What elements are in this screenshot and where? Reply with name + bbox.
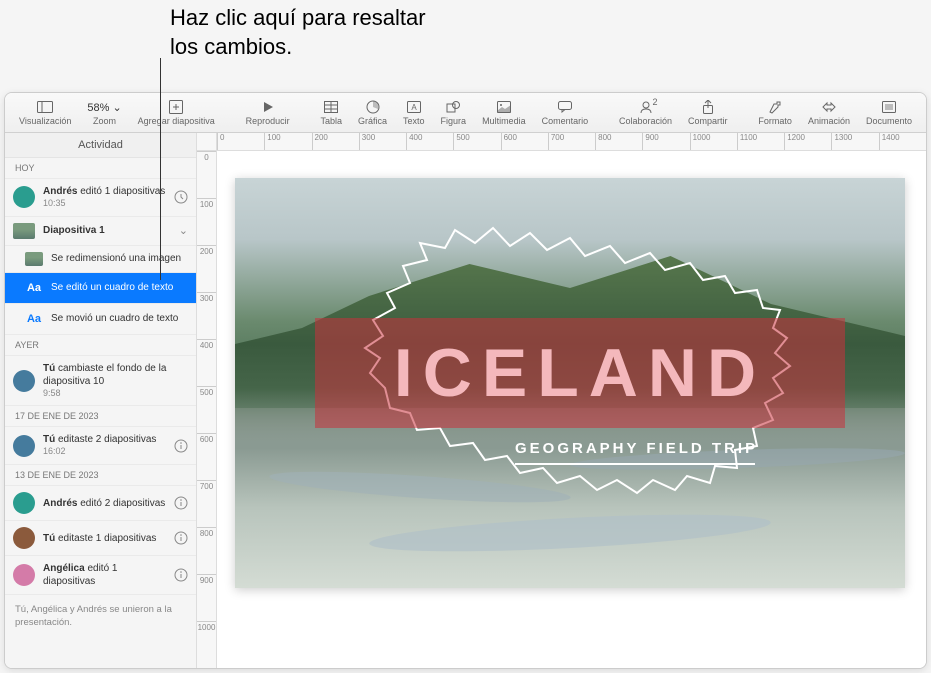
ruler-vertical: 01002003004005006007008009001000 (197, 151, 217, 668)
zoom-dropdown[interactable]: 58% ⌄ Zoom (79, 97, 129, 128)
avatar (13, 527, 35, 549)
activity-row[interactable]: Andrés editó 2 diapositivas (5, 486, 196, 521)
avatar (13, 492, 35, 514)
info-icon[interactable] (174, 531, 188, 545)
help-callout: Haz clic aquí para resaltar los cambios. (170, 4, 426, 61)
ruler-corner (197, 133, 217, 151)
join-note: Tú, Angélica y Andrés se unieron a la pr… (5, 595, 196, 640)
keynote-window: Visualización 58% ⌄ Zoom Agregar diaposi… (4, 92, 927, 669)
canvas-area[interactable]: 0100200300400500600700800900100011001200… (197, 133, 926, 668)
activity-sub-resize-image[interactable]: Se redimensionó una imagen (5, 246, 196, 273)
activity-row[interactable]: Andrés editó 1 diapositivas10:35 (5, 179, 196, 217)
table-button[interactable]: Tabla (313, 97, 351, 128)
ruler-horizontal: 0100200300400500600700800900100011001200… (217, 133, 926, 151)
activity-text: Tú editaste 1 diapositivas (43, 532, 166, 545)
text-edit-icon: Aa (25, 279, 43, 297)
activity-text: Andrés editó 2 diapositivas (43, 497, 166, 510)
text-button[interactable]: A Texto (395, 97, 433, 128)
media-button[interactable]: Multimedia (474, 97, 534, 128)
info-icon[interactable] (174, 439, 188, 453)
activity-row[interactable]: Tú editaste 1 diapositivas (5, 521, 196, 556)
add-slide-button[interactable]: Agregar diapositiva (130, 97, 223, 128)
slide-thumb (13, 223, 35, 239)
comment-button[interactable]: Comentario (534, 97, 597, 128)
sub-label: Se editó un cuadro de texto (51, 282, 173, 293)
activity-text: Angélica editó 1 diapositivas (43, 562, 166, 588)
subtitle-underline (515, 463, 755, 465)
main-area: Actividad HOY Andrés editó 1 diapositiva… (5, 133, 926, 668)
chevron-down-icon: ⌄ (179, 224, 188, 237)
avatar (13, 564, 35, 586)
image-thumb-icon (25, 252, 43, 266)
avatar (13, 435, 35, 457)
format-button[interactable]: Formato (750, 97, 800, 128)
chart-button[interactable]: Gráfica (350, 97, 395, 128)
slide-subtitle[interactable]: GEOGRAPHY FIELD TRIP (515, 440, 758, 457)
activity-text: Tú cambiaste el fondo de la diapositiva … (43, 362, 188, 400)
activity-row[interactable]: Tú editaste 2 diapositivas16:02 (5, 427, 196, 465)
activity-sub-move-text[interactable]: Aa Se movió un cuadro de texto (5, 304, 196, 335)
activity-row[interactable]: Tú cambiaste el fondo de la diapositiva … (5, 356, 196, 407)
info-icon[interactable] (174, 568, 188, 582)
clock-icon (174, 190, 188, 204)
slide-title: ICELAND (394, 334, 766, 412)
play-button[interactable]: Reproducir (238, 97, 298, 128)
section-hoy: HOY (5, 158, 196, 179)
section-ene13: 13 de ene de 2023 (5, 465, 196, 486)
activity-text: Andrés editó 1 diapositivas10:35 (43, 185, 166, 210)
info-icon[interactable] (174, 496, 188, 510)
shape-button[interactable]: Figura (433, 97, 475, 128)
section-ene17: 17 de ene de 2023 (5, 406, 196, 427)
activity-row[interactable]: Angélica editó 1 diapositivas (5, 556, 196, 595)
callout-leader-line (160, 58, 161, 280)
sub-label: Se redimensionó una imagen (51, 253, 181, 264)
toolbar: Visualización 58% ⌄ Zoom Agregar diaposi… (5, 93, 926, 133)
title-text-box[interactable]: ICELAND (315, 318, 845, 428)
slide-row[interactable]: Diapositiva 1 ⌄ (5, 217, 196, 246)
section-ayer: Ayer (5, 335, 196, 356)
activity-sub-edit-text[interactable]: Aa Se editó un cuadro de texto (5, 273, 196, 304)
svg-text:A: A (411, 103, 417, 112)
activity-sidebar: Actividad HOY Andrés editó 1 diapositiva… (5, 133, 197, 668)
avatar (13, 186, 35, 208)
sub-label: Se movió un cuadro de texto (51, 313, 178, 324)
view-button[interactable]: Visualización (11, 97, 79, 128)
activity-text: Tú editaste 2 diapositivas16:02 (43, 433, 166, 458)
document-button[interactable]: Documento (858, 97, 920, 128)
share-button[interactable]: Compartir (680, 97, 736, 128)
avatar (13, 370, 35, 392)
text-edit-icon: Aa (25, 310, 43, 328)
sidebar-title: Actividad (5, 133, 196, 158)
slide-canvas[interactable]: ICELAND GEOGRAPHY FIELD TRIP (235, 178, 905, 588)
collaborate-button[interactable]: 2 Colaboración (611, 97, 680, 128)
animate-button[interactable]: Animación (800, 97, 858, 128)
slide-label: Diapositiva 1 (43, 224, 171, 237)
